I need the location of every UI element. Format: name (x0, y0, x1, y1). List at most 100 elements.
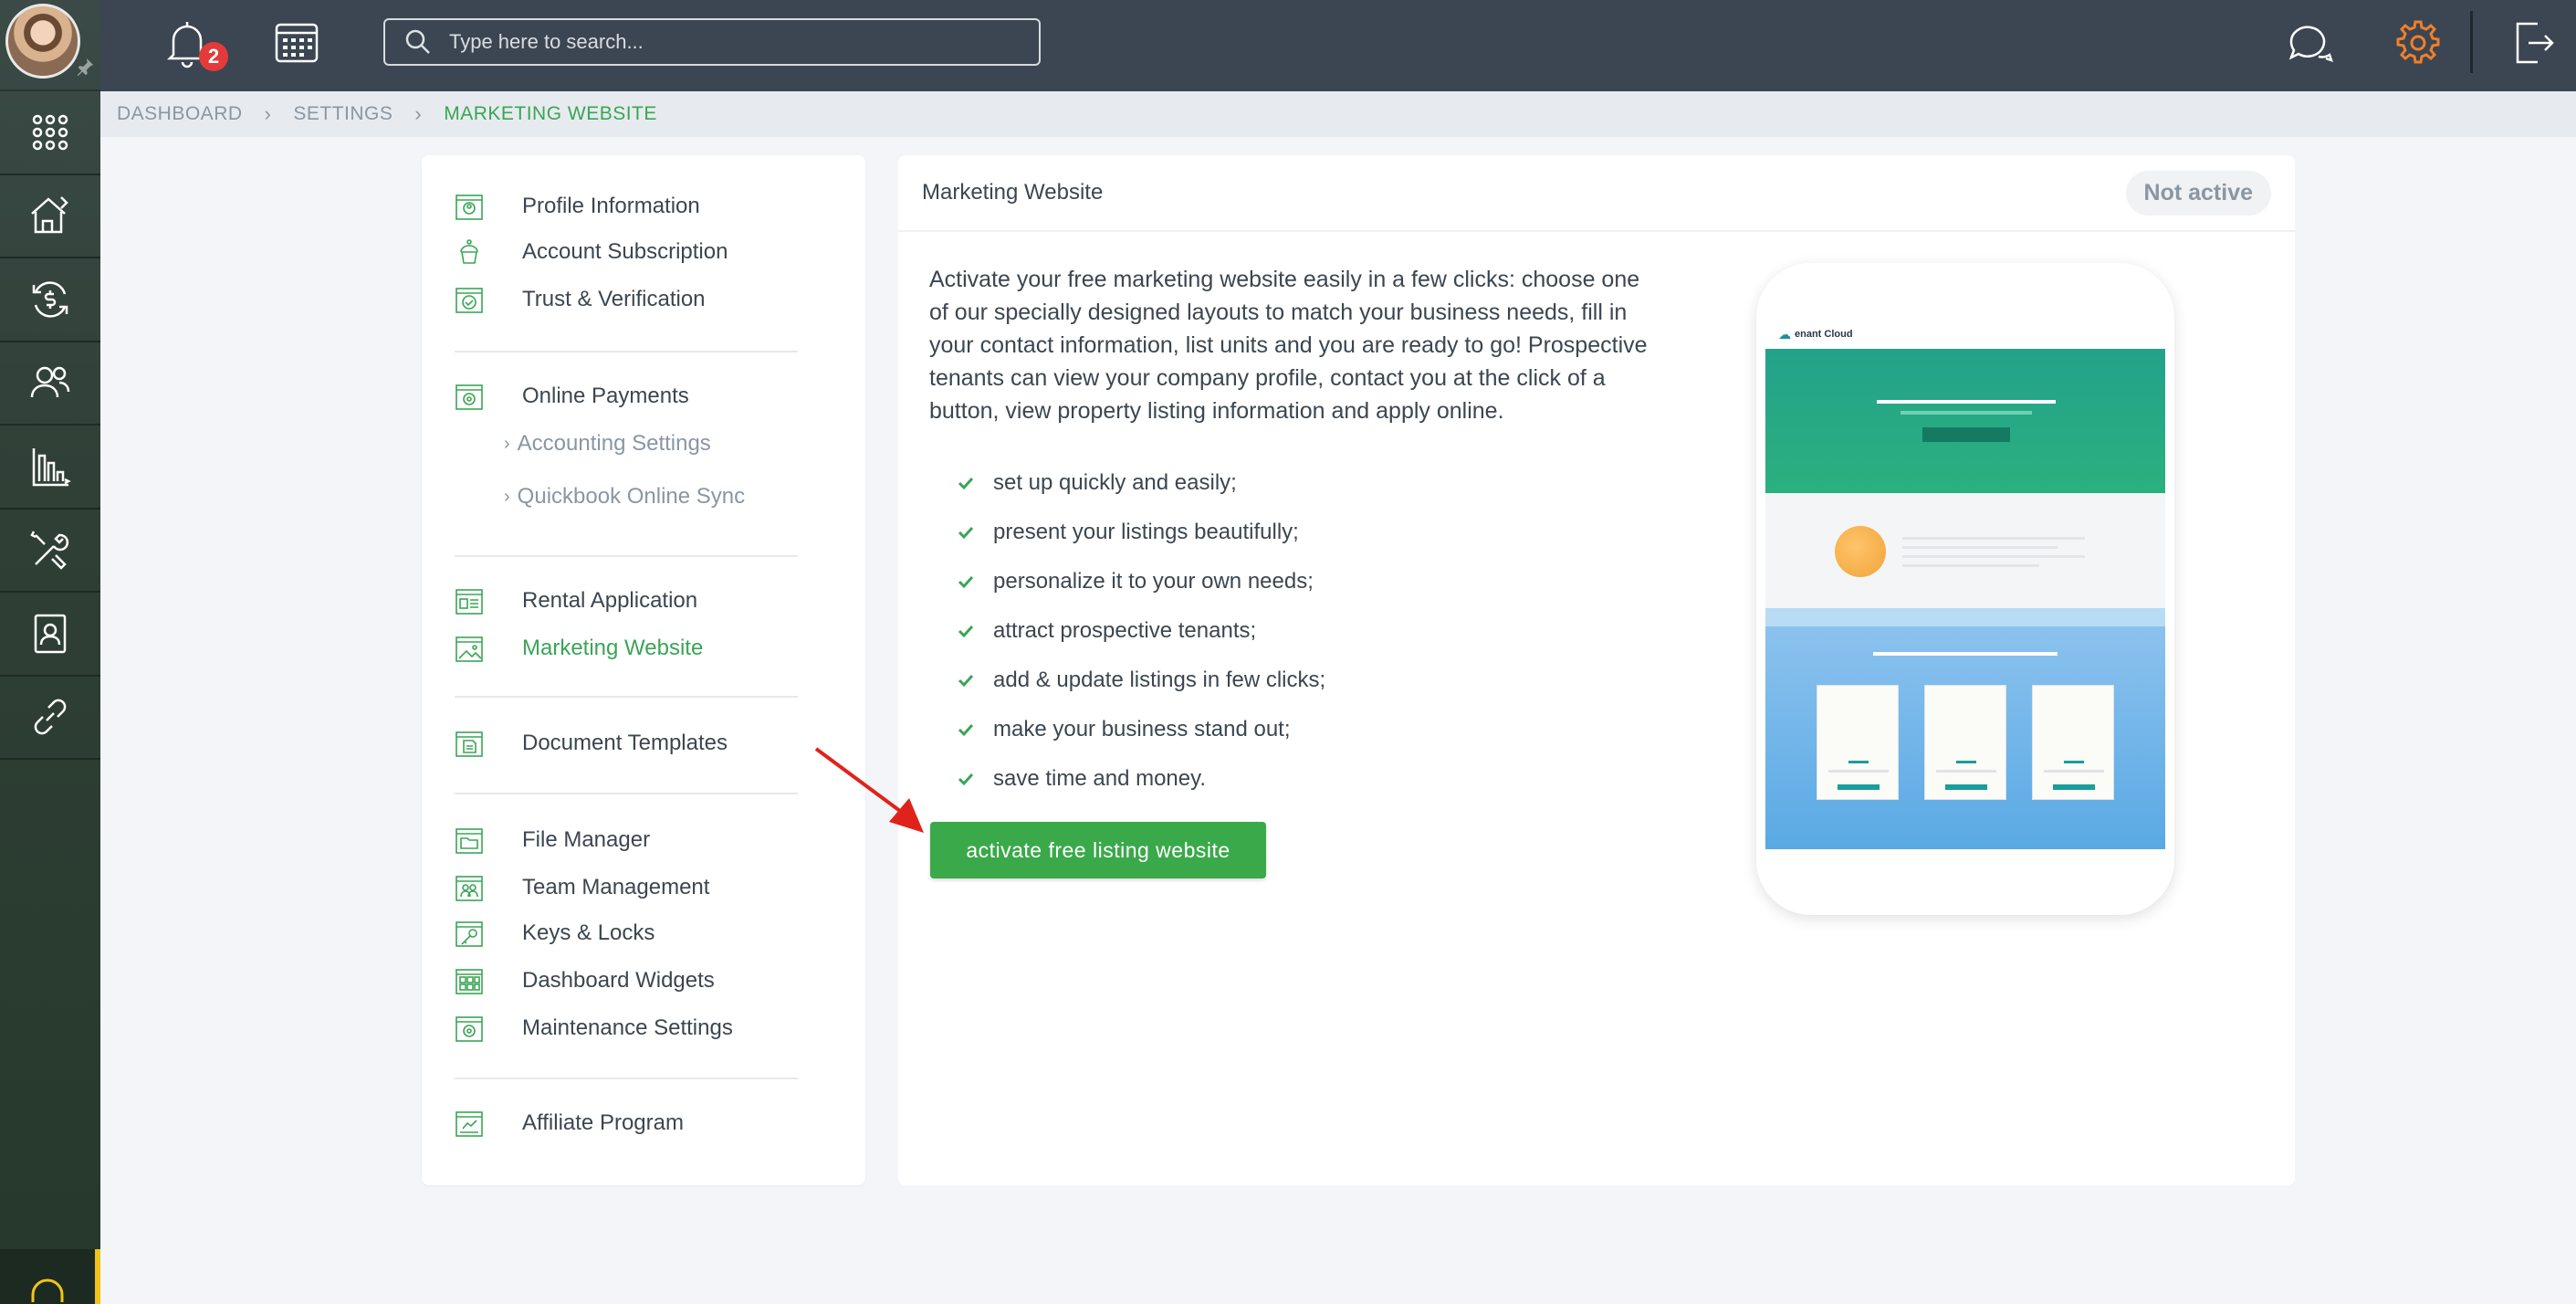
menu-item-dashboard-widgets[interactable]: Dashboard Widgets (455, 966, 715, 995)
menu-label: Trust & Verification (522, 287, 706, 311)
check-icon (958, 773, 974, 786)
verified-icon (456, 288, 483, 313)
maintenance-tools-icon[interactable] (0, 510, 100, 593)
menu-divider (455, 555, 798, 557)
menu-label: Rental Application (522, 588, 698, 613)
menu-item-maintenance-settings[interactable]: Maintenance Settings (455, 1014, 733, 1043)
menu-label: File Manager (522, 827, 651, 852)
contacts-icon[interactable] (0, 593, 100, 677)
website-preview-screen: ☁ enant Cloud (1765, 320, 2165, 849)
menu-label: Marketing Website (522, 636, 704, 660)
breadcrumb-settings[interactable]: SETTINGS (293, 103, 393, 125)
affiliate-icon (456, 1111, 483, 1137)
menu-divider (455, 351, 798, 352)
left-rail (0, 0, 100, 1304)
maintenance-gear-icon (456, 1016, 483, 1042)
check-icon (958, 723, 974, 737)
menu-item-file-manager[interactable]: File Manager (455, 826, 650, 855)
widgets-icon (456, 969, 483, 994)
link-icon[interactable] (0, 677, 100, 760)
check-icon (958, 526, 974, 540)
image-icon (456, 636, 483, 662)
list-item: make your business stand out; (957, 705, 1325, 754)
feature-text: personalize it to your own needs; (993, 569, 1314, 594)
list-item: save time and money. (957, 754, 1325, 804)
check-icon (958, 477, 974, 490)
menu-subitem-quickbook-online-sync[interactable]: › Quickbook Online Sync (504, 484, 745, 510)
menu-label: Affiliate Program (522, 1110, 684, 1135)
support-headset-icon[interactable] (0, 1249, 100, 1304)
search-box[interactable] (383, 18, 1041, 66)
breadcrumb: DASHBOARD › SETTINGS › MARKETING WEBSITE (100, 91, 2576, 137)
search-icon (405, 29, 430, 54)
list-item: present your listings beautifully; (957, 508, 1325, 557)
logout-icon[interactable] (2512, 20, 2554, 66)
payments-icon[interactable] (0, 258, 100, 342)
menu-item-affiliate-program[interactable]: Affiliate Program (455, 1109, 684, 1138)
menu-label: Accounting Settings (517, 431, 711, 456)
chevron-right-icon: › (264, 102, 272, 125)
document-icon (456, 731, 483, 757)
properties-icon[interactable] (0, 175, 100, 258)
settings-menu: Profile Information Account Subscription… (422, 155, 865, 1185)
menu-item-rental-application[interactable]: Rental Application (455, 586, 697, 615)
activate-website-button[interactable]: activate free listing website (930, 822, 1266, 878)
menu-label: Document Templates (522, 731, 728, 755)
breadcrumb-dashboard[interactable]: DASHBOARD (117, 103, 243, 125)
preview-hero (1765, 349, 2165, 493)
apps-grid-icon[interactable] (0, 91, 100, 175)
preview-listings (1765, 608, 2165, 849)
user-avatar-area[interactable] (0, 0, 100, 91)
check-icon (958, 575, 974, 589)
list-item: set up quickly and easily; (957, 458, 1325, 508)
preview-listing-card (1817, 685, 1899, 800)
menu-label: Team Management (522, 875, 710, 899)
breadcrumb-marketing-website: MARKETING WEBSITE (444, 103, 657, 124)
reports-icon[interactable] (0, 426, 100, 510)
menu-divider (455, 696, 798, 698)
list-item: personalize it to your own needs; (957, 557, 1325, 606)
top-bar: 2 (100, 0, 2576, 91)
pin-icon[interactable] (75, 57, 95, 77)
menu-label: Quickbook Online Sync (517, 484, 746, 509)
menu-divider (455, 1078, 798, 1079)
menu-item-keys-locks[interactable]: Keys & Locks (455, 919, 654, 948)
card-title: Marketing Website (922, 180, 1104, 205)
menu-label: Maintenance Settings (522, 1015, 733, 1040)
marketing-website-card: Marketing Website Not active Activate yo… (898, 155, 2295, 1185)
feature-text: attract prospective tenants; (993, 618, 1257, 643)
menu-item-online-payments[interactable]: Online Payments (455, 382, 689, 411)
menu-subitem-accounting-settings[interactable]: › Accounting Settings (504, 431, 711, 457)
cupcake-icon (460, 239, 478, 264)
preview-listing-card (2032, 685, 2114, 800)
payments-gear-icon (456, 384, 483, 410)
feature-list: set up quickly and easily; present your … (957, 458, 1325, 804)
menu-label: Account Subscription (522, 239, 728, 264)
team-icon (456, 876, 483, 901)
description-text: Activate your free marketing website eas… (929, 267, 1648, 424)
website-preview-phone: ☁ enant Cloud (1756, 263, 2174, 915)
preview-listing-card (1924, 685, 2006, 800)
sun-illustration (1835, 526, 1886, 577)
key-icon (456, 921, 483, 947)
gear-icon[interactable] (2393, 18, 2443, 68)
menu-item-marketing-website[interactable]: Marketing Website (455, 634, 703, 663)
topbar-divider (2470, 11, 2473, 73)
notification-count-badge[interactable]: 2 (199, 42, 228, 71)
menu-item-profile-information[interactable]: Profile Information (455, 192, 700, 221)
menu-item-trust-verification[interactable]: Trust & Verification (455, 285, 706, 314)
calendar-icon[interactable] (274, 20, 319, 64)
avatar[interactable] (5, 4, 80, 79)
menu-item-team-management[interactable]: Team Management (455, 873, 709, 902)
menu-item-account-subscription[interactable]: Account Subscription (455, 237, 728, 267)
chat-icon[interactable] (2286, 20, 2333, 68)
feature-text: save time and money. (993, 766, 1207, 791)
search-input[interactable] (449, 30, 1015, 54)
folder-icon (456, 828, 483, 854)
preview-about (1765, 493, 2165, 608)
check-icon (958, 625, 974, 638)
people-icon[interactable] (0, 342, 100, 426)
chevron-right-icon: › (504, 433, 510, 454)
feature-text: set up quickly and easily; (993, 470, 1237, 495)
menu-item-document-templates[interactable]: Document Templates (455, 729, 728, 758)
